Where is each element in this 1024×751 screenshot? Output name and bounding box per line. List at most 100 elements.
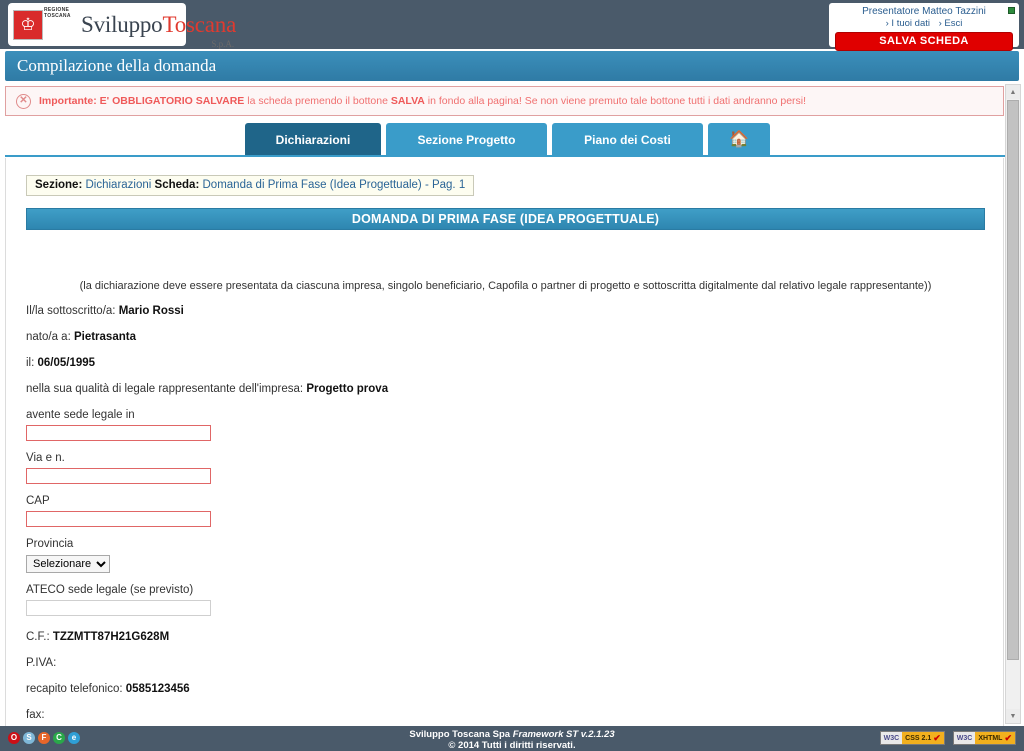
- alert-close-icon[interactable]: ✕: [16, 93, 31, 109]
- label-sede-legale: avente sede legale in: [26, 409, 135, 421]
- tab-piano-dei-costi-label: Piano dei Costi: [584, 132, 671, 147]
- regione-toscana-crest-icon: ♔: [13, 9, 43, 40]
- page-title: Compilazione della domanda: [5, 51, 1019, 81]
- label-sottoscritto: Il/la sottoscritto/a:: [26, 305, 116, 317]
- section-tabs: Dichiarazioni Sezione Progetto Piano dei…: [245, 123, 775, 156]
- tab-piano-dei-costi[interactable]: Piano dei Costi: [552, 123, 703, 156]
- value-data-nascita: 06/05/1995: [37, 357, 96, 369]
- link-esci[interactable]: › Esci: [939, 18, 963, 29]
- logo-spa: S.p.A.: [211, 38, 235, 49]
- user-links: › I tuoi dati › Esci: [835, 18, 1013, 30]
- regione-toscana-caption: REGIONE TOSCANA: [44, 7, 71, 19]
- field-sede-legale: avente sede legale in: [26, 408, 726, 441]
- label-provincia: Provincia: [26, 538, 74, 550]
- breadcrumb: Sezione: Dichiarazioni Scheda: Domanda d…: [26, 175, 475, 196]
- row-fax: fax:: [26, 708, 726, 722]
- breadcrumb-label-sezione: Sezione:: [35, 179, 83, 191]
- alert-mid-1: la scheda premendo il bottone: [244, 95, 391, 107]
- row-piva: P.IVA:: [26, 656, 726, 670]
- label-ateco: ATECO sede legale (se previsto): [26, 584, 194, 596]
- region-line-2: TOSCANA: [44, 13, 71, 19]
- field-ateco: ATECO sede legale (se previsto): [26, 583, 726, 616]
- declaration-note: (la dichiarazione deve essere presentata…: [79, 280, 932, 292]
- home-icon: 🏠: [729, 130, 749, 148]
- label-nato: nato/a a:: [26, 331, 71, 343]
- w3c-xhtml-badge[interactable]: W3C XHTML ✔: [952, 731, 1016, 745]
- w3c-css-badge[interactable]: W3C CSS 2.1 ✔: [879, 731, 945, 745]
- row-cf: C.F.: TZZMTT87H21G628M: [26, 630, 726, 644]
- label-cf: C.F.:: [26, 631, 50, 643]
- value-nato: Pietrasanta: [73, 331, 136, 343]
- alert-prefix: Importante:: [39, 95, 100, 107]
- logo-word-sviluppo: Sviluppo: [81, 11, 163, 37]
- scrollbar-thumb[interactable]: [1007, 100, 1019, 660]
- pegasus-icon: ♔: [20, 15, 36, 34]
- breadcrumb-value-sezione: Dichiarazioni: [85, 179, 152, 191]
- document-title: DOMANDA DI PRIMA FASE (IDEA PROGETTUALE): [26, 208, 985, 230]
- check-icon: ✔: [933, 732, 941, 743]
- tab-sezione-progetto[interactable]: Sezione Progetto: [386, 123, 547, 156]
- value-sottoscritto: Mario Rossi: [118, 305, 184, 317]
- row-qualita: nella sua qualità di legale rappresentan…: [26, 382, 726, 396]
- alert-strong-1: E' OBBLIGATORIO SALVARE: [99, 95, 245, 107]
- label-qualita: nella sua qualità di legale rappresentan…: [26, 383, 304, 395]
- w3c-badges: W3C CSS 2.1 ✔ W3C XHTML ✔: [879, 731, 1016, 745]
- alert-text: Importante: E' OBBLIGATORIO SALVARE la s…: [39, 95, 806, 107]
- via-input[interactable]: [26, 468, 211, 484]
- scroll-up-icon[interactable]: ▲: [1006, 85, 1020, 99]
- tab-sezione-progetto-label: Sezione Progetto: [417, 132, 516, 147]
- w3c-css-badge-label: CSS 2.1: [905, 734, 932, 742]
- logo-wordmark: SviluppoToscana S.p.A.: [81, 11, 237, 49]
- app-footer: O S F C e Sviluppo Toscana Spa Framework…: [0, 726, 1024, 751]
- alert-strong-2: SALVA: [390, 95, 425, 107]
- row-nato: nato/a a: Pietrasanta: [26, 330, 726, 344]
- scroll-down-icon[interactable]: ▼: [1006, 709, 1020, 723]
- label-cap: CAP: [26, 495, 50, 507]
- label-telefono: recapito telefonico:: [26, 683, 123, 695]
- status-indicator-icon: [1008, 7, 1015, 14]
- page-scrollbar[interactable]: ▲ ▼: [1005, 84, 1021, 724]
- breadcrumb-value-scheda: Domanda di Prima Fase (Idea Progettuale)…: [202, 179, 466, 191]
- check-icon: ✔: [1004, 732, 1012, 743]
- ateco-input[interactable]: [26, 600, 211, 616]
- label-piva: P.IVA:: [26, 657, 57, 669]
- user-name-label: Presentatore Matteo Tazzini: [862, 6, 986, 17]
- tab-home[interactable]: 🏠: [708, 123, 770, 156]
- footer-copyright: Sviluppo Toscana Spa Framework ST v.2.1.…: [0, 729, 1024, 751]
- footer-line-2: © 2014 Tutti i diritti riservati.: [448, 740, 576, 751]
- salva-scheda-button[interactable]: SALVA SCHEDA: [835, 32, 1013, 51]
- sede-legale-input[interactable]: [26, 425, 211, 441]
- footer-company: Sviluppo Toscana Spa: [409, 729, 513, 740]
- w3c-css-badge-left: W3C: [880, 732, 903, 744]
- alert-mid-2: in fondo alla pagina! Se non viene premu…: [424, 95, 807, 107]
- provincia-select[interactable]: Selezionare: [26, 555, 110, 573]
- value-telefono: 0585123456: [125, 683, 190, 695]
- sviluppo-toscana-logo[interactable]: ♔ REGIONE TOSCANA SviluppoToscana S.p.A.: [8, 3, 236, 49]
- row-data-nascita: il: 06/05/1995: [26, 356, 726, 370]
- field-provincia: Provincia Selezionare: [26, 537, 726, 573]
- important-alert: ✕ Importante: E' OBBLIGATORIO SALVARE la…: [5, 86, 1004, 116]
- tabs-underline: [5, 155, 1014, 157]
- tab-dichiarazioni-label: Dichiarazioni: [275, 132, 351, 147]
- w3c-xhtml-badge-right: XHTML ✔: [975, 732, 1015, 744]
- row-sottoscritto: Il/la sottoscritto/a: Mario Rossi: [26, 304, 726, 318]
- value-cf: TZZMTT87H21G628M: [52, 631, 170, 643]
- field-cap: CAP: [26, 494, 726, 527]
- link-i-tuoi-dati[interactable]: › I tuoi dati: [886, 18, 930, 29]
- w3c-xhtml-badge-label: XHTML: [978, 734, 1003, 742]
- declaration-form: Il/la sottoscritto/a: Mario Rossi nato/a…: [26, 304, 726, 726]
- tab-dichiarazioni[interactable]: Dichiarazioni: [245, 123, 381, 156]
- value-qualita: Progetto prova: [306, 383, 389, 395]
- field-via: Via e n.: [26, 451, 726, 484]
- form-content-panel: Sezione: Dichiarazioni Scheda: Domanda d…: [5, 158, 1004, 726]
- label-fax: fax:: [26, 709, 45, 721]
- w3c-xhtml-badge-left: W3C: [953, 732, 976, 744]
- cap-input[interactable]: [26, 511, 211, 527]
- row-telefono: recapito telefonico: 0585123456: [26, 682, 726, 696]
- app-header: ♔ REGIONE TOSCANA SviluppoToscana S.p.A.…: [0, 0, 1024, 51]
- label-via: Via e n.: [26, 452, 65, 464]
- application-page: ♔ REGIONE TOSCANA SviluppoToscana S.p.A.…: [0, 0, 1024, 751]
- footer-framework-version: Framework ST v.2.1.23: [512, 729, 615, 740]
- logo-word-toscana: Toscana: [162, 11, 237, 37]
- breadcrumb-label-scheda: Scheda:: [154, 179, 200, 191]
